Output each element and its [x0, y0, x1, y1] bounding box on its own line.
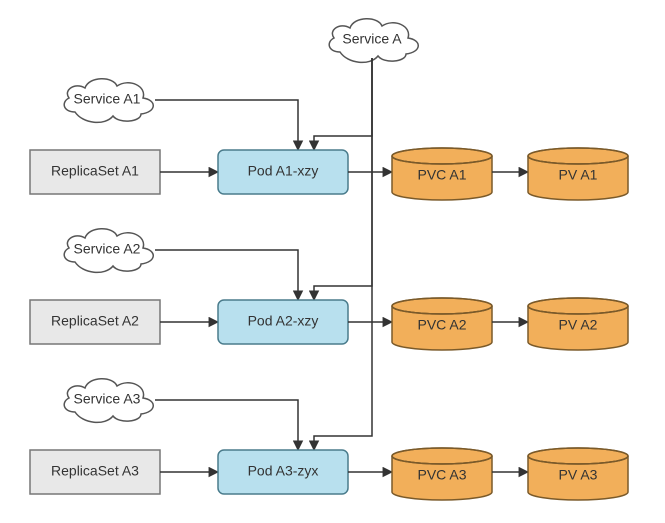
- cloud-service-2-label: Service A2: [74, 241, 141, 257]
- row-2: Service A2 ReplicaSet A2 Pod A2-xzy PVC …: [30, 229, 628, 350]
- pod-2-label: Pod A2-xzy: [248, 313, 319, 329]
- cloud-service-3-label: Service A3: [74, 391, 141, 407]
- arrow-service3-pod3: [155, 400, 298, 450]
- pv-1-label: PV A1: [559, 167, 598, 183]
- row-3: Service A3 ReplicaSet A3 Pod A3-zyx PVC …: [30, 379, 628, 500]
- cloud-service-1-label: Service A1: [74, 91, 141, 107]
- pvc-2: PVC A2: [392, 298, 492, 350]
- arrow-serviceA-pod3: [314, 58, 372, 450]
- pvc-3-label: PVC A3: [417, 467, 466, 483]
- cloud-service-2: Service A2: [64, 229, 153, 273]
- pv-2: PV A2: [528, 298, 628, 350]
- replicaset-2-label: ReplicaSet A2: [51, 313, 139, 329]
- arrow-service1-pod1: [155, 100, 298, 150]
- replicaset-1-label: ReplicaSet A1: [51, 163, 139, 179]
- pod-1-label: Pod A1-xzy: [248, 163, 319, 179]
- pvc-2-label: PVC A2: [417, 317, 466, 333]
- pod-3-label: Pod A3-zyx: [248, 463, 319, 479]
- pvc-3: PVC A3: [392, 448, 492, 500]
- replicaset-3-label: ReplicaSet A3: [51, 463, 139, 479]
- cloud-service-1: Service A1: [64, 79, 153, 123]
- pv-2-label: PV A2: [559, 317, 598, 333]
- row-1: Service A1 ReplicaSet A1 Pod A1-xzy PVC …: [30, 79, 628, 200]
- pv-3-label: PV A3: [559, 467, 598, 483]
- diagram: Service A Service A1 ReplicaSet A1 Pod A…: [0, 0, 665, 523]
- pvc-1: PVC A1: [392, 148, 492, 200]
- arrow-serviceA-pod1: [314, 58, 372, 150]
- pvc-1-label: PVC A1: [417, 167, 466, 183]
- pv-1: PV A1: [528, 148, 628, 200]
- cloud-service-top: Service A: [329, 19, 418, 63]
- pv-3: PV A3: [528, 448, 628, 500]
- arrow-service2-pod2: [155, 250, 298, 300]
- cloud-service-top-label: Service A: [342, 31, 402, 47]
- cloud-service-3: Service A3: [64, 379, 153, 423]
